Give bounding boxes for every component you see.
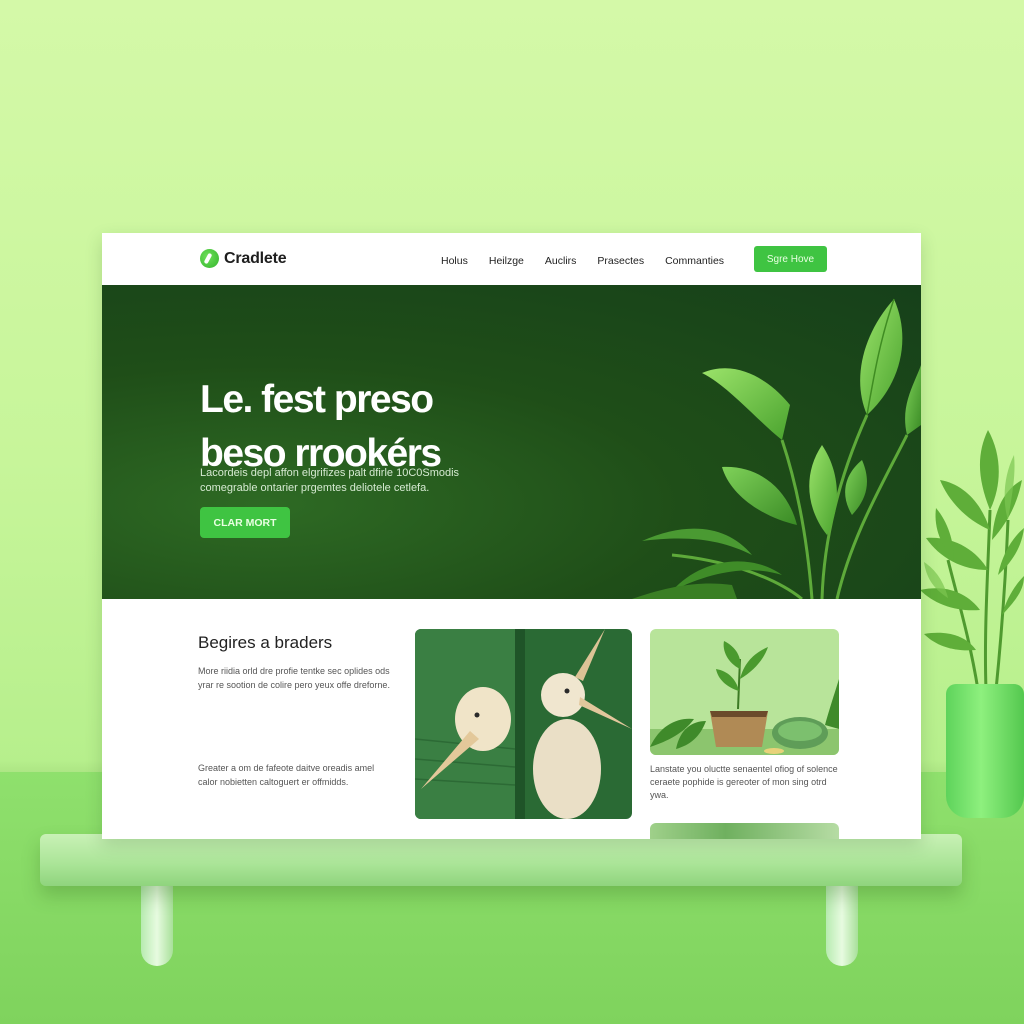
card-caption: Lanstate you oluctte senaentel ofiog of … bbox=[650, 763, 844, 802]
hero-banner: Le. fest preso beso rrookérs Lacordeis d… bbox=[102, 285, 921, 599]
stand-leg-right bbox=[826, 880, 858, 966]
nav-link-1[interactable]: Holus bbox=[441, 255, 468, 267]
hero-title: Le. fest preso beso rrookérs bbox=[200, 373, 560, 481]
section-paragraph-2-line-1: Greater a om de fafeote daitve oreadis a… bbox=[198, 763, 375, 773]
hero-cta-button[interactable]: CLAR MORT bbox=[200, 507, 290, 538]
card-caption-line-2: ceraete pophide is gereoter of mon sing … bbox=[650, 777, 827, 787]
logo-text: Cradlete bbox=[224, 249, 287, 267]
hero-plant-illustration bbox=[632, 298, 921, 599]
bird-image-card[interactable] bbox=[415, 629, 632, 819]
nav-link-3[interactable]: Auclirs bbox=[545, 255, 577, 267]
section-title: Begires a braders bbox=[198, 633, 333, 652]
nav-cta-button[interactable]: Sgre Hove bbox=[754, 246, 827, 272]
section-paragraph-1: More riidia orld dre profie tentke sec o… bbox=[198, 664, 408, 692]
stand-top bbox=[40, 834, 962, 886]
hero-subtitle-line-1: Lacordeis depl affon elgrifizes palt dfi… bbox=[200, 467, 460, 479]
plant-image-card[interactable] bbox=[650, 629, 839, 755]
next-image-card-peek[interactable] bbox=[650, 823, 839, 839]
section-paragraph-2-line-2: calor nobietten caltoguert er offmidds. bbox=[198, 777, 349, 787]
website-mockup: Cradlete Holus Heilzge Auclirs Prasectes… bbox=[102, 233, 921, 839]
section-paragraph-1-line-2: yrar re sootion de colire pero yeux offe… bbox=[198, 680, 390, 690]
nav-link-5[interactable]: Commanties bbox=[665, 255, 724, 267]
section-paragraph-2: Greater a om de fafeote daitve oreadis a… bbox=[198, 761, 408, 789]
nav-link-2[interactable]: Heilzge bbox=[489, 255, 524, 267]
card-caption-line-3: ywa. bbox=[650, 790, 669, 800]
navbar: Cradlete Holus Heilzge Auclirs Prasectes… bbox=[102, 233, 921, 285]
scene-backdrop: Cradlete Holus Heilzge Auclirs Prasectes… bbox=[0, 0, 1024, 1024]
hero-title-line-1: Le. fest preso bbox=[200, 378, 434, 421]
nav-links: Holus Heilzge Auclirs Prasectes Commanti… bbox=[441, 255, 745, 267]
hero-subtitle: Lacordeis depl affon elgrifizes palt dfi… bbox=[200, 466, 500, 496]
leaf-logo-icon bbox=[200, 249, 219, 268]
logo[interactable]: Cradlete bbox=[200, 249, 287, 268]
hero-subtitle-line-2: comegrable ontarier prgemtes deliotele c… bbox=[200, 482, 430, 494]
content-section: Begires a braders More riidia orld dre p… bbox=[102, 599, 921, 839]
stand-leg-left bbox=[141, 880, 173, 966]
nav-link-4[interactable]: Prasectes bbox=[597, 255, 644, 267]
card-caption-line-1: Lanstate you oluctte senaentel ofiog of … bbox=[650, 764, 838, 774]
section-paragraph-1-line-1: More riidia orld dre profie tentke sec o… bbox=[198, 666, 390, 676]
side-plant-pot bbox=[946, 684, 1024, 818]
side-plant-illustration bbox=[920, 430, 1024, 691]
